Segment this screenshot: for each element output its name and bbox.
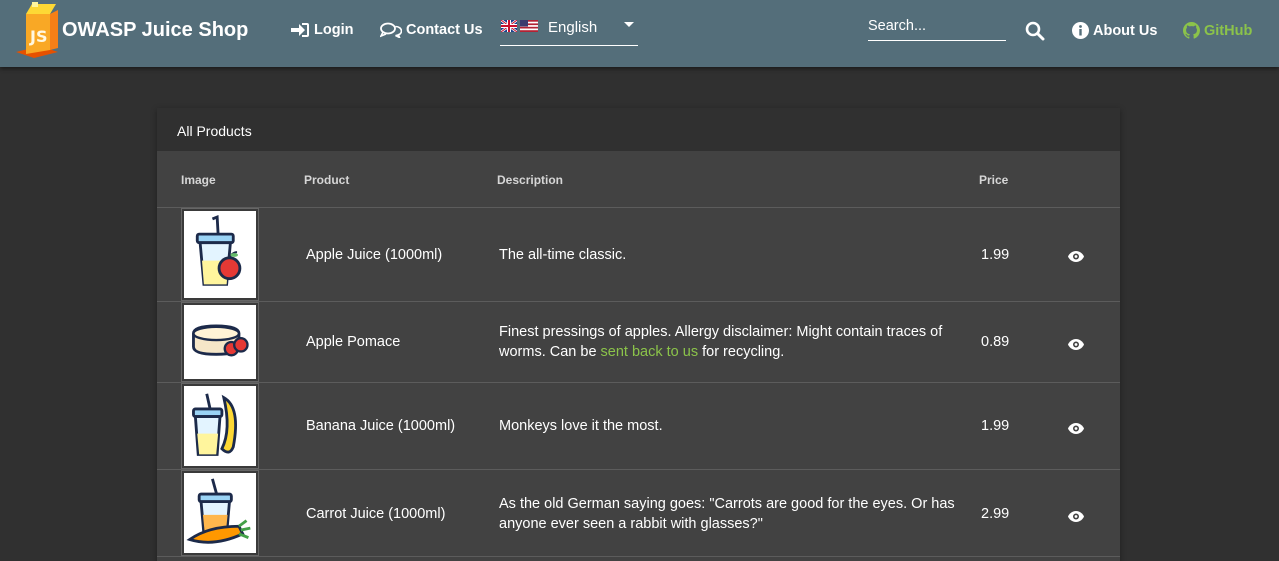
app-title[interactable]: OWASP Juice Shop (62, 19, 248, 42)
product-name: Apple Pomace (306, 334, 401, 350)
eye-icon[interactable] (1068, 249, 1084, 267)
column-header-description[interactable]: Description (497, 173, 563, 187)
column-header-price[interactable]: Price (979, 173, 1008, 187)
chevron-down-icon (624, 22, 634, 27)
banana-juice-image[interactable] (181, 383, 259, 469)
login-button[interactable]: Login (290, 22, 353, 38)
carrot-juice-image[interactable] (181, 470, 259, 556)
github-label: GitHub (1204, 22, 1253, 39)
product-description: Finest pressings of apples. Allergy disc… (499, 322, 979, 362)
top-toolbar: JS OWASP Juice Shop Login Contact Us Eng… (0, 0, 1279, 67)
eye-icon[interactable] (1068, 337, 1084, 355)
search-icon[interactable] (1025, 21, 1045, 46)
contact-us-label: Contact Us (406, 22, 483, 38)
apple-juice-image[interactable] (181, 208, 259, 301)
apple-pomace-image[interactable] (181, 302, 259, 382)
column-header-product[interactable]: Product (304, 173, 349, 187)
juice-shop-logo[interactable]: JS (12, 2, 60, 58)
about-us-button[interactable]: About Us (1072, 22, 1157, 39)
description-text: for recycling. (698, 344, 785, 360)
product-description: The all-time classic. (499, 247, 627, 263)
language-label: English (548, 19, 598, 36)
product-price: 2.99 (981, 506, 1010, 522)
info-icon (1072, 22, 1089, 39)
column-header-image[interactable]: Image (181, 173, 216, 187)
search-input[interactable]: Search... (868, 16, 1006, 41)
product-price: 1.99 (981, 418, 1010, 434)
svg-text:JS: JS (29, 27, 47, 46)
product-description: Monkeys love it the most. (499, 418, 663, 434)
product-name: Banana Juice (1000ml) (306, 418, 456, 434)
products-card: All Products Image Product Description P… (157, 108, 1120, 561)
product-price: 0.89 (981, 334, 1010, 350)
product-name: Carrot Juice (1000ml) (306, 506, 446, 522)
eye-icon[interactable] (1068, 421, 1084, 439)
product-description: As the old German saying goes: "Carrots … (499, 496, 955, 532)
contact-us-button[interactable]: Contact Us (380, 22, 483, 38)
table-row[interactable]: Banana Juice (1000ml) Monkeys love it th… (157, 383, 1120, 470)
sent-back-link[interactable]: sent back to us (601, 344, 699, 360)
table-row[interactable]: Apple Pomace Finest pressings of apples.… (157, 302, 1120, 383)
github-button[interactable]: GitHub (1183, 22, 1252, 39)
table-row[interactable]: Carrot Juice (1000ml) As the old German … (157, 470, 1120, 557)
login-label: Login (314, 22, 354, 38)
sign-in-icon (291, 23, 309, 37)
language-select[interactable]: English (500, 14, 638, 46)
product-price: 1.99 (981, 247, 1010, 263)
us-flag-icon (520, 20, 538, 32)
card-header: All Products (157, 108, 1120, 151)
table-header: Image Product Description Price (157, 151, 1120, 208)
about-us-label: About Us (1093, 22, 1158, 39)
github-icon (1183, 22, 1200, 39)
table-row[interactable]: Apple Juice (1000ml) The all-time classi… (157, 208, 1120, 302)
uk-flag-icon (501, 20, 517, 32)
product-name: Apple Juice (1000ml) (306, 247, 443, 263)
page-title: All Products (177, 123, 252, 139)
eye-icon[interactable] (1068, 509, 1084, 527)
comments-icon (380, 22, 402, 38)
